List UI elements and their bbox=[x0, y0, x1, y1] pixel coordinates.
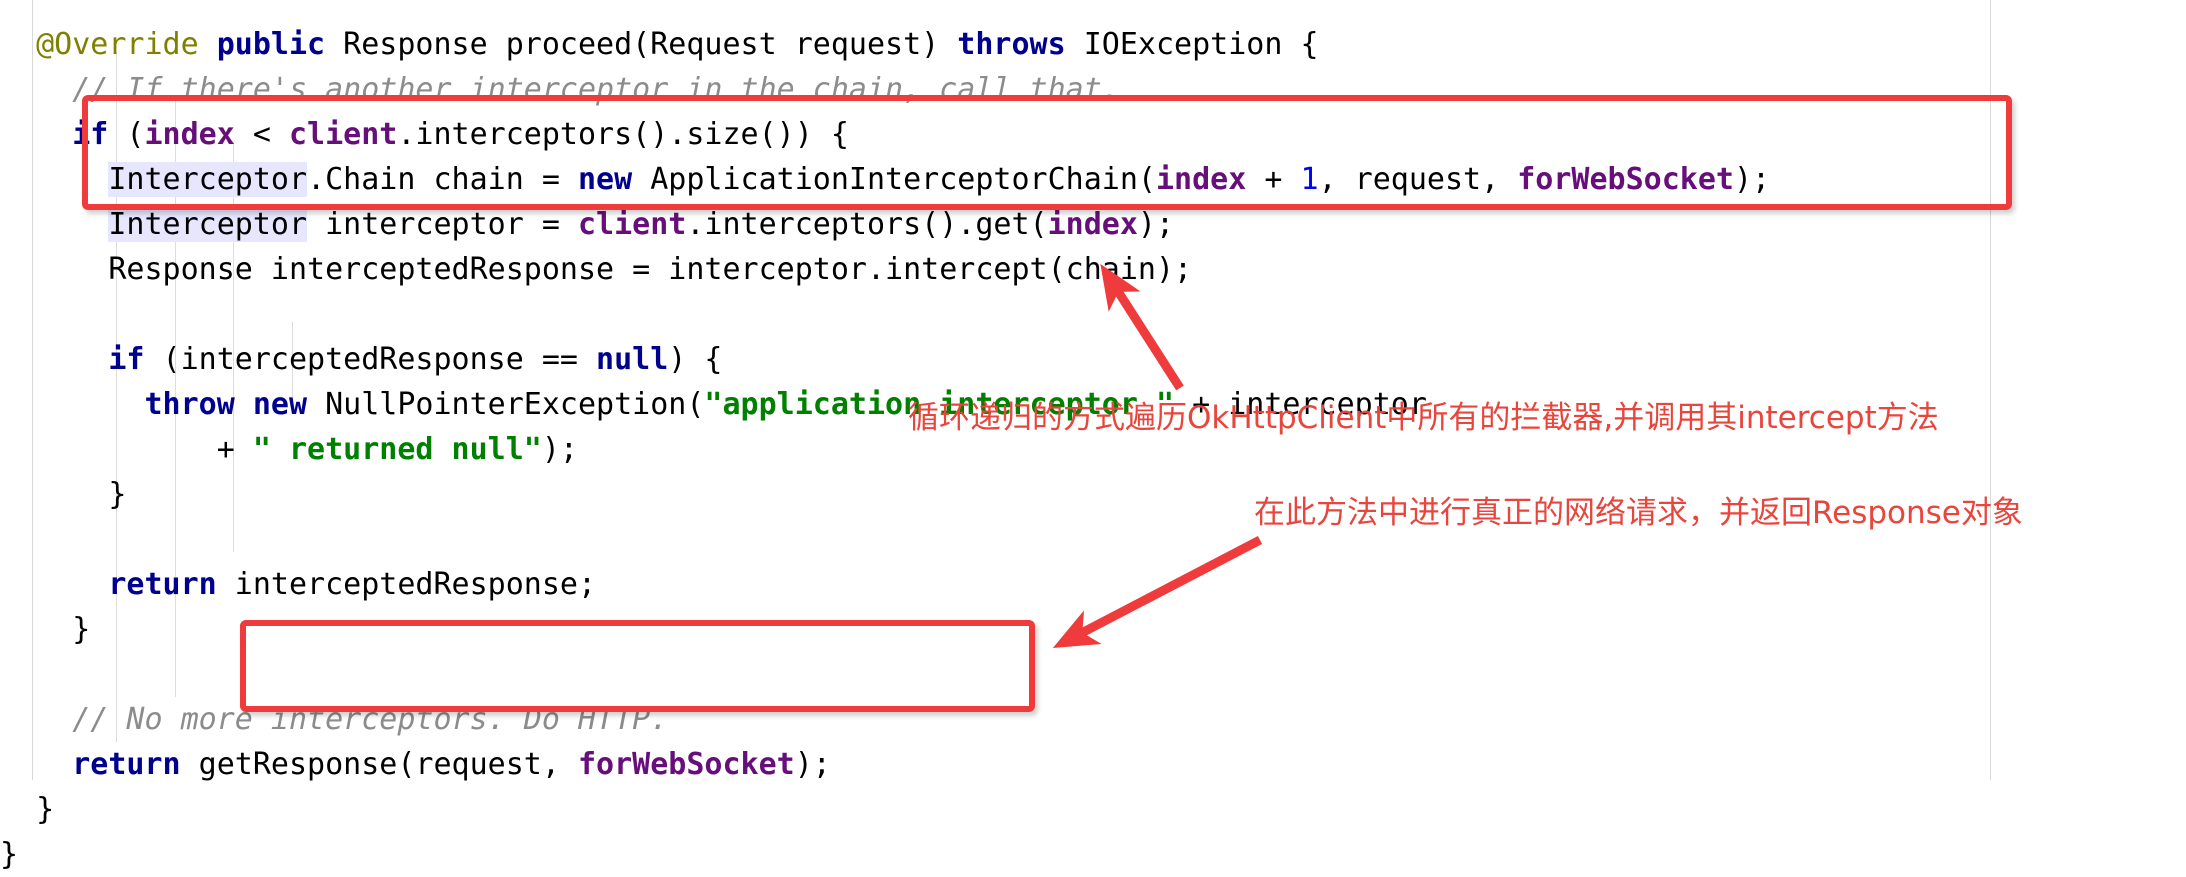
code-token: index bbox=[1155, 162, 1247, 197]
code-token: if bbox=[108, 342, 145, 377]
code-token: @Override bbox=[36, 27, 199, 62]
editor-right-margin-line bbox=[1990, 0, 1991, 780]
code-token: } bbox=[108, 477, 127, 512]
code-token: } bbox=[72, 612, 91, 647]
line-close-method: } bbox=[0, 787, 1770, 832]
code-token: IOException { bbox=[1065, 27, 1319, 62]
line-comment-no-more: // No more interceptors. Do HTTP. bbox=[0, 697, 1770, 742]
line-close-class: } bbox=[0, 832, 1770, 877]
code-token: index bbox=[144, 117, 235, 152]
line-if-null: if (interceptedResponse == null) { bbox=[0, 337, 1770, 382]
line-blank-3 bbox=[0, 652, 1770, 697]
line-intercepted-response: Response interceptedResponse = intercept… bbox=[0, 247, 1770, 292]
code-token: Interceptor bbox=[108, 162, 308, 197]
code-token: + bbox=[216, 432, 253, 467]
line-if-index: if (index < client.interceptors().size()… bbox=[0, 112, 1770, 157]
code-token: Response proceed(Request request) bbox=[325, 27, 958, 62]
code-token: (interceptedResponse == bbox=[144, 342, 597, 377]
annotation-note-network-request: 在此方法中进行真正的网络请求，并返回Response对象 bbox=[1254, 495, 2023, 531]
code-token: if bbox=[72, 117, 109, 152]
code-token: } bbox=[36, 792, 55, 827]
line-return-intercepted: return interceptedResponse; bbox=[0, 562, 1770, 607]
code-token: Interceptor bbox=[108, 207, 308, 242]
code-token: ); bbox=[1733, 162, 1771, 197]
code-token: ) { bbox=[668, 342, 723, 377]
code-token: .interceptors().size()) { bbox=[397, 117, 849, 152]
code-token: ); bbox=[1137, 207, 1175, 242]
code-token: 1 bbox=[1300, 162, 1319, 197]
code-token: null bbox=[596, 342, 669, 377]
source-code-block[interactable]: @Override public Response proceed(Reques… bbox=[0, 0, 1770, 877]
code-token: interceptedResponse; bbox=[216, 567, 597, 602]
code-token: public bbox=[216, 27, 326, 62]
code-token: , request, bbox=[1318, 162, 1518, 197]
code-editor-canvas[interactable]: @Override public Response proceed(Reques… bbox=[0, 0, 2186, 872]
code-token: client bbox=[289, 117, 398, 152]
code-token: throw bbox=[144, 387, 235, 422]
code-token: forWebSocket bbox=[577, 747, 795, 782]
code-token: < bbox=[234, 117, 289, 152]
code-token: + bbox=[1246, 162, 1301, 197]
line-chain-decl: Interceptor.Chain chain = new Applicatio… bbox=[0, 157, 1770, 202]
code-token: ( bbox=[108, 117, 145, 152]
code-token: interceptor = bbox=[307, 207, 578, 242]
code-token: // If there's another interceptor in the… bbox=[72, 72, 1120, 107]
code-token: ); bbox=[794, 747, 831, 782]
code-token: index bbox=[1047, 207, 1138, 242]
code-token: NullPointerException( bbox=[307, 387, 705, 422]
code-token: new bbox=[252, 387, 308, 422]
code-token: ApplicationInterceptorChain( bbox=[632, 162, 1156, 197]
code-token: forWebSocket bbox=[1517, 162, 1734, 197]
code-token: } bbox=[0, 837, 19, 872]
line-interceptor-decl: Interceptor interceptor = client.interce… bbox=[0, 202, 1770, 247]
line-return-getresponse: return getResponse(request, forWebSocket… bbox=[0, 742, 1770, 787]
code-token: // No more interceptors. Do HTTP. bbox=[72, 702, 669, 737]
code-token: ); bbox=[541, 432, 578, 467]
line-comment-chain: // If there's another interceptor in the… bbox=[0, 67, 1770, 112]
code-token: new bbox=[578, 162, 633, 197]
line-blank-1 bbox=[0, 292, 1770, 337]
code-token: throws bbox=[957, 27, 1066, 62]
code-token: .interceptors().get( bbox=[686, 207, 1048, 242]
code-token: return bbox=[72, 747, 181, 782]
code-token: " returned null" bbox=[252, 432, 542, 467]
code-token: .Chain chain = bbox=[307, 162, 578, 197]
code-token: client bbox=[578, 207, 687, 242]
line-signature: @Override public Response proceed(Reques… bbox=[0, 22, 1770, 67]
code-token: return bbox=[108, 567, 217, 602]
annotation-note-interceptor-loop: 循环递归的方式遍历OkHttpClient中所有的拦截器,并调用其interce… bbox=[908, 400, 1939, 436]
code-token: Response interceptedResponse = intercept… bbox=[108, 252, 1193, 287]
code-token: getResponse(request, bbox=[180, 747, 578, 782]
line-close-if-index: } bbox=[0, 607, 1770, 652]
